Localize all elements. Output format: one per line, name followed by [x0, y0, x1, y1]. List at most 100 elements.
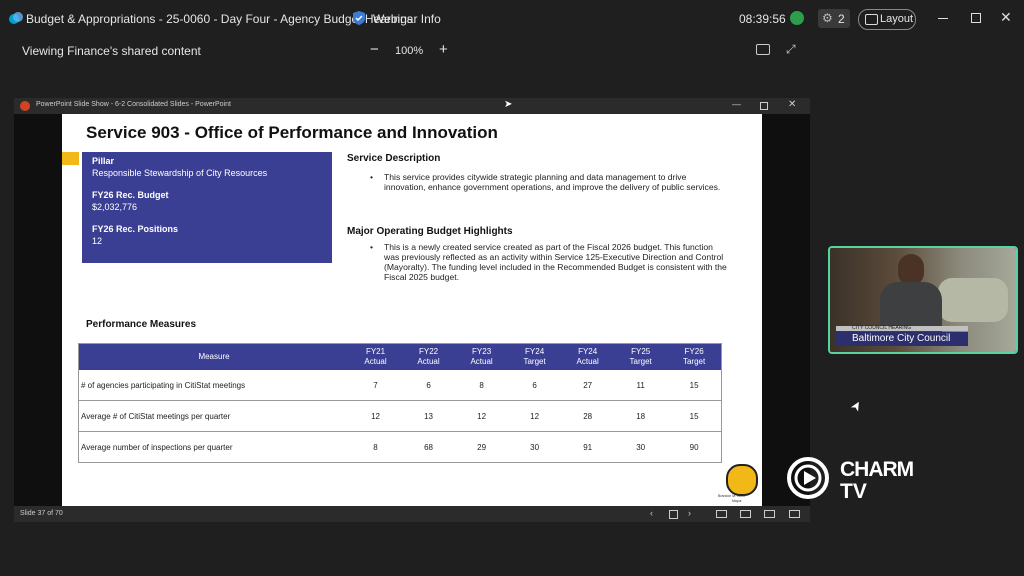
table-cell: 12	[508, 400, 562, 432]
table-cell: 13	[402, 400, 456, 432]
seal-caption-name: Brandon M. Scott	[718, 494, 746, 498]
bullet-icon: •	[370, 172, 374, 182]
zoom-out-button[interactable]: −	[370, 41, 379, 58]
lower-third-top-bar: CITY COUNCIL HEARING	[836, 325, 968, 331]
slide-title: Service 903 - Office of Performance and …	[86, 123, 498, 142]
table-cell: 6	[508, 370, 562, 401]
table-cell: 8	[349, 431, 403, 463]
presence-status-icon	[790, 11, 804, 25]
table-cell: 27	[561, 370, 615, 401]
prev-slide-icon[interactable]: ‹	[650, 508, 653, 518]
table-row: Average number of inspections per quarte…	[78, 431, 722, 463]
table-cell: 29	[455, 431, 509, 463]
header-fy21-actual: FY21 Actual	[349, 343, 403, 370]
slide-counter: Slide 37 of 70	[20, 510, 63, 517]
table-cell: 15	[667, 400, 722, 432]
table-cell: 7	[349, 370, 403, 401]
share-bar: Viewing Finance's shared content − 100% …	[0, 38, 1024, 66]
service-summary-box: Pillar Responsible Stewardship of City R…	[82, 152, 332, 263]
charm-tv-play-icon	[786, 456, 830, 500]
title-bar: Budget & Appropriations - 25-0060 - Day …	[0, 0, 1024, 38]
table-cell: 12	[349, 400, 403, 432]
sorter-view-icon[interactable]	[740, 510, 751, 518]
fullscreen-icon[interactable]: ⤢	[786, 42, 796, 57]
webex-logo-icon	[8, 10, 24, 26]
close-icon[interactable]: ✕	[1000, 9, 1012, 26]
popout-icon[interactable]	[756, 44, 770, 55]
sharing-status: Viewing Finance's shared content	[22, 44, 201, 58]
bullet-icon: •	[370, 242, 374, 252]
layout-label: Layout	[880, 13, 914, 25]
accent-bar	[62, 152, 79, 165]
table-cell: 91	[561, 431, 615, 463]
header-fy24-actual: FY24 Actual	[561, 343, 615, 370]
participants-icon: ⚙	[822, 11, 833, 25]
budget-label: FY26 Rec. Budget	[92, 190, 169, 200]
service-description-text: This service provides citywide strategic…	[384, 172, 721, 192]
header-fy22-actual: FY22 Actual	[402, 343, 456, 370]
slideshow-view-icon[interactable]	[789, 510, 800, 518]
shield-info-icon[interactable]	[352, 10, 368, 26]
powerpoint-icon	[20, 101, 30, 111]
table-cell: 8	[455, 370, 509, 401]
header-fy23-actual: FY23 Actual	[455, 343, 509, 370]
webinar-info-link[interactable]: Webinar Info	[373, 12, 441, 26]
performance-table: Measure FY21 Actual FY22 Actual FY23 Actual…	[78, 343, 722, 463]
charm-tv-line2: TV	[840, 480, 867, 503]
charm-tv-line1: CHARM	[840, 458, 914, 481]
shared-powerpoint-window: PowerPoint Slide Show - 6-2 Consolidated…	[14, 98, 810, 522]
header-fy25-target: FY25 Target	[614, 343, 668, 370]
table-cell: 18	[614, 400, 668, 432]
zoom-level: 100%	[395, 45, 424, 57]
lower-third-label: CITY COUNCIL HEARING	[852, 325, 912, 331]
video-thumbnail[interactable]: CITY COUNCIL HEARING Baltimore City Coun…	[828, 246, 1018, 354]
highlights-heading: Major Operating Budget Highlights	[347, 226, 513, 237]
ppt-status-bar: Slide 37 of 70 ‹ ›	[14, 506, 810, 522]
cursor-icon: ➤	[846, 397, 866, 415]
table-cell: 11	[614, 370, 668, 401]
cursor-icon: ➤	[504, 99, 513, 110]
table-cell: Average # of CitiStat meetings per quart…	[78, 400, 349, 432]
ppt-window-title: PowerPoint Slide Show - 6-2 Consolidated…	[36, 101, 231, 108]
layout-button[interactable]: Layout	[858, 9, 916, 30]
ppt-title-bar: PowerPoint Slide Show - 6-2 Consolidated…	[14, 98, 810, 114]
highlights-text: This is a newly created service created …	[384, 242, 727, 282]
table-cell: 6	[402, 370, 456, 401]
pillar-value: Responsible Stewardship of City Resource…	[92, 168, 268, 178]
slide-sorter-icon[interactable]	[669, 510, 678, 519]
positions-value: 12	[92, 236, 103, 246]
table-cell: 30	[614, 431, 668, 463]
restore-icon[interactable]	[971, 13, 981, 23]
seal-caption-title: Mayor	[732, 499, 742, 503]
lower-third-name: Baltimore City Council	[852, 333, 951, 344]
performance-measures-heading: Performance Measures	[86, 319, 197, 330]
slide: Service 903 - Office of Performance and …	[62, 114, 762, 506]
table-cell: 12	[455, 400, 509, 432]
meeting-clock: 08:39:56	[739, 12, 786, 26]
table-cell: 90	[667, 431, 722, 463]
header-measure: Measure	[78, 343, 349, 370]
header-fy26-target: FY26 Target	[667, 343, 722, 370]
ppt-minimize-icon[interactable]: —	[732, 99, 741, 109]
table-cell: 28	[561, 400, 615, 432]
minimize-icon[interactable]	[938, 18, 948, 19]
next-slide-icon[interactable]: ›	[688, 508, 691, 518]
ppt-restore-icon[interactable]	[760, 102, 768, 110]
table-header-row: Measure FY21 Actual FY22 Actual FY23 Actual…	[78, 343, 722, 370]
budget-value: $2,032,776	[92, 202, 138, 212]
table-cell: Average number of inspections per quarte…	[78, 431, 349, 463]
table-row: # of agencies participating in CitiStat …	[78, 370, 722, 401]
lower-third-name-bar: Baltimore City Council	[836, 332, 968, 346]
participants-count: 2	[838, 12, 845, 26]
table-cell: # of agencies participating in CitiStat …	[78, 370, 349, 401]
participants-button[interactable]: ⚙ 2	[818, 9, 850, 28]
layout-icon	[865, 14, 878, 25]
reading-view-icon[interactable]	[764, 510, 775, 518]
table-cell: 68	[402, 431, 456, 463]
service-description-heading: Service Description	[347, 153, 441, 164]
pillar-label: Pillar	[92, 156, 115, 166]
zoom-in-button[interactable]: +	[439, 41, 448, 58]
ppt-close-icon[interactable]: ✕	[788, 99, 796, 110]
city-seal-icon	[726, 464, 758, 496]
normal-view-icon[interactable]	[716, 510, 727, 518]
